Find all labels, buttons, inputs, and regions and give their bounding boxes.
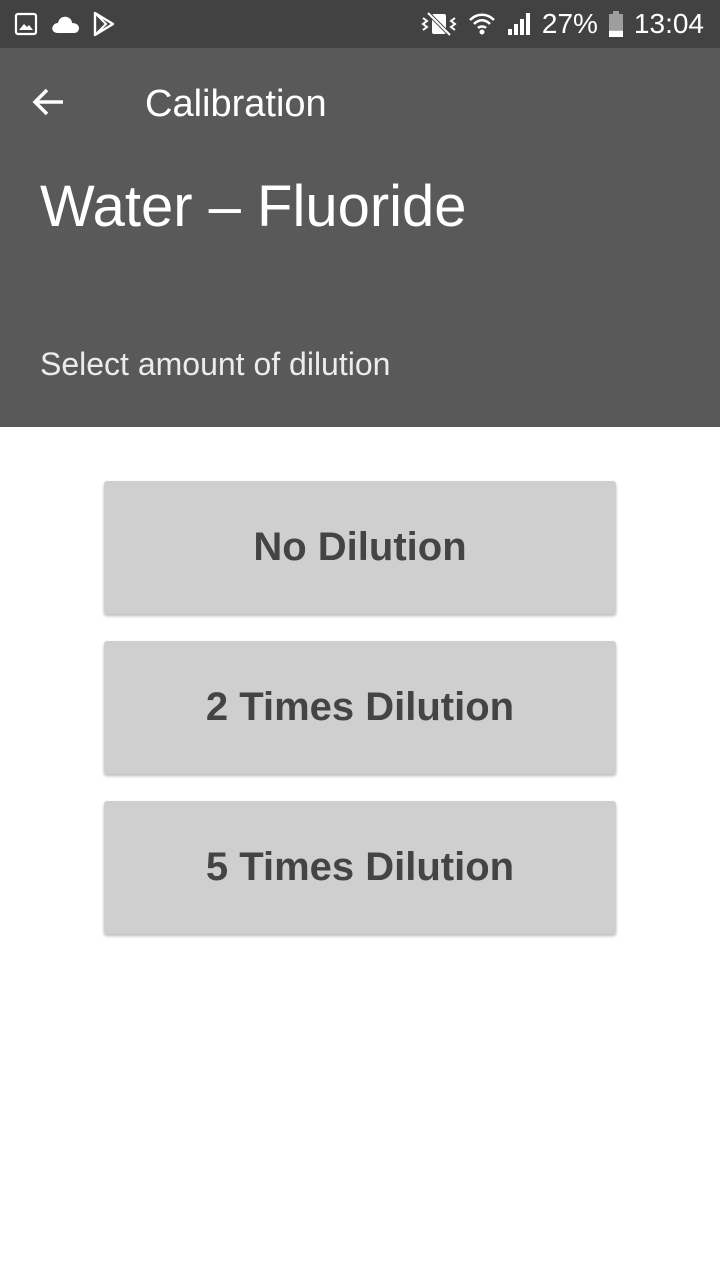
toolbar-title: Calibration — [145, 83, 327, 125]
status-bar: 27% 13:04 — [0, 0, 720, 48]
five-times-dilution-button[interactable]: 5 Times Dilution — [104, 801, 616, 934]
back-button[interactable] — [24, 78, 72, 126]
two-times-dilution-button[interactable]: 2 Times Dilution — [104, 641, 616, 774]
no-dilution-button[interactable]: No Dilution — [104, 481, 616, 614]
play-store-icon — [92, 11, 116, 37]
arrow-left-icon — [30, 84, 66, 120]
cloud-icon — [50, 13, 80, 35]
signal-icon — [506, 11, 532, 37]
clock: 13:04 — [633, 8, 704, 39]
test-title: Water – Fluoride — [40, 174, 467, 239]
image-icon — [14, 12, 38, 36]
notification-icons — [14, 10, 116, 38]
app-header: Calibration Water – Fluoride Select amou… — [0, 48, 720, 427]
system-status: 27% 13:04 — [420, 8, 704, 40]
vibrate-mute-icon — [420, 11, 458, 37]
battery-percent: 27% — [541, 8, 598, 39]
battery-icon — [608, 10, 624, 38]
wifi-icon — [468, 10, 496, 38]
dilution-instruction: Select amount of dilution — [40, 346, 391, 382]
